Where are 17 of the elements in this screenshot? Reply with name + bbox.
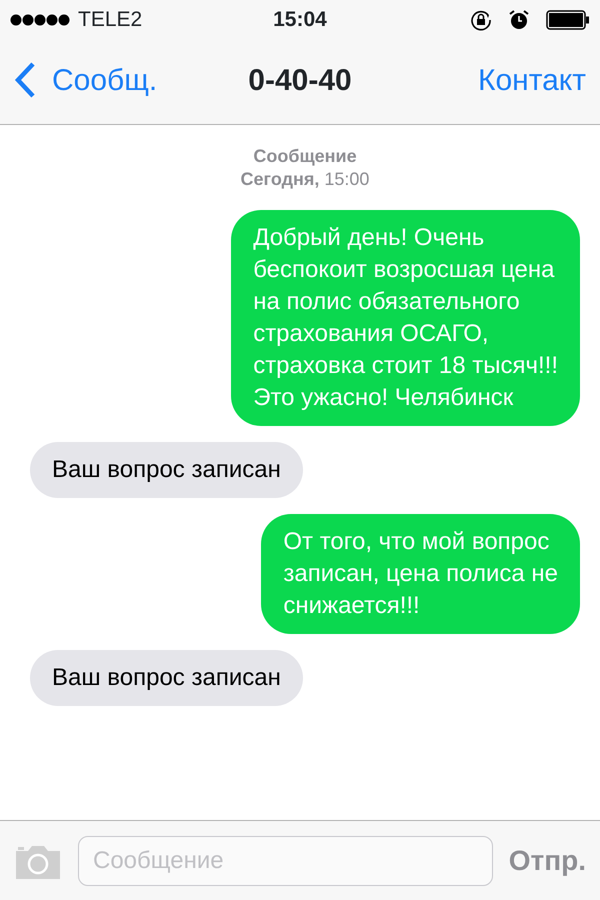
carrier-name: TELE2	[78, 7, 142, 34]
received-message-bubble: Ваш вопрос записан	[30, 650, 303, 706]
rotation-lock-icon	[470, 9, 492, 31]
thread-date: Сегодня, 15:00	[240, 168, 370, 190]
alarm-icon	[508, 9, 530, 31]
contact-link[interactable]: Контакт	[478, 58, 586, 102]
sent-message-bubble: От того, что мой вопрос записан, цена полиса не снижается!!!	[261, 514, 580, 634]
received-message-bubble: Ваш вопрос записан	[30, 442, 303, 498]
thread-label: Сообщение	[252, 145, 358, 168]
conversation-title: 0-40-40	[248, 62, 352, 98]
message-field[interactable]: Сообщение	[78, 836, 493, 886]
signal-icon	[10, 14, 70, 26]
back-chevron-icon	[14, 62, 36, 98]
battery-icon	[546, 10, 590, 30]
sent-message-bubble: Добрый день! Очень беспокоит возросшая цена на полис обязательного страхования ОСАГО, страховка стоит 18 тысяч!!! Это ужасно! Челябинск	[231, 210, 580, 426]
clock: 15:04	[272, 7, 328, 34]
back-link[interactable]: Сообщ.	[14, 58, 248, 102]
